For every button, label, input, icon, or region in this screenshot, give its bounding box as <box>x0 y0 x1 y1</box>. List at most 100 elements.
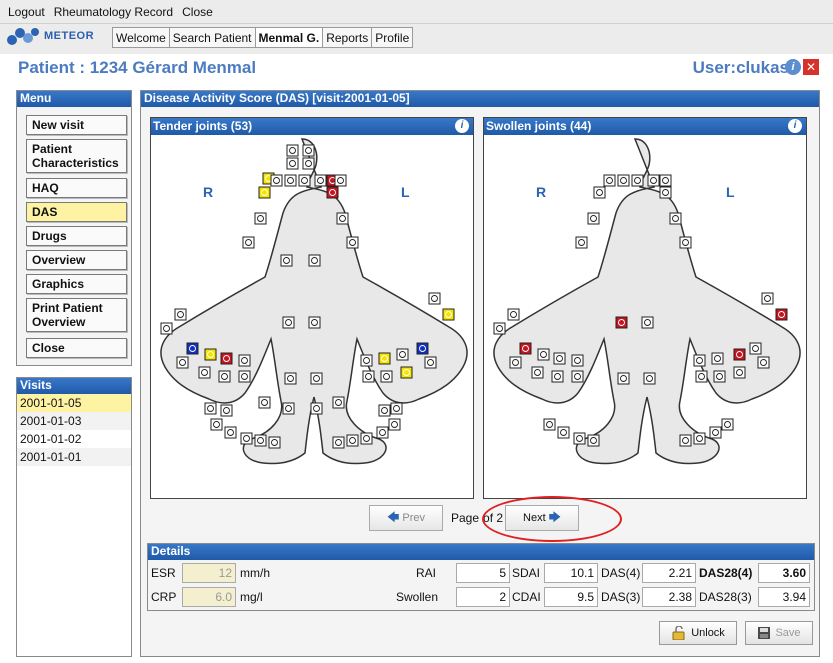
joint-marker[interactable] <box>270 174 283 187</box>
joint-marker[interactable] <box>643 372 656 385</box>
joint-marker[interactable] <box>571 370 584 383</box>
joint-marker[interactable] <box>693 432 706 445</box>
menu-graphics[interactable]: Graphics <box>26 274 127 294</box>
joint-marker[interactable] <box>709 426 722 439</box>
joint-marker[interactable] <box>416 342 429 355</box>
joint-marker[interactable] <box>258 396 271 409</box>
joint-marker[interactable] <box>254 434 267 447</box>
joint-marker[interactable] <box>573 432 586 445</box>
swollen-info-icon[interactable]: i <box>788 119 802 133</box>
joint-marker[interactable] <box>336 212 349 225</box>
joint-marker[interactable] <box>298 174 311 187</box>
joint-marker[interactable] <box>553 352 566 365</box>
joint-marker[interactable] <box>308 254 321 267</box>
joint-marker[interactable] <box>615 316 628 329</box>
joint-marker[interactable] <box>388 418 401 431</box>
joint-marker[interactable] <box>198 366 211 379</box>
joint-marker[interactable] <box>280 254 293 267</box>
joint-marker[interactable] <box>238 354 251 367</box>
close-icon[interactable]: ✕ <box>803 59 819 75</box>
joint-marker[interactable] <box>571 354 584 367</box>
joint-marker[interactable] <box>378 352 391 365</box>
joint-marker[interactable] <box>631 174 644 187</box>
joint-marker[interactable] <box>258 186 271 199</box>
joint-marker[interactable] <box>332 396 345 409</box>
joint-marker[interactable] <box>326 186 339 199</box>
tab-profile[interactable]: Profile <box>371 27 414 48</box>
joint-marker[interactable] <box>396 348 409 361</box>
visit-item[interactable]: 2001-01-03 <box>17 412 131 430</box>
joint-marker[interactable] <box>575 236 588 249</box>
menu-rheumatology-record[interactable]: Rheumatology Record <box>54 5 173 19</box>
joint-marker[interactable] <box>543 418 556 431</box>
visit-item[interactable]: 2001-01-02 <box>17 430 131 448</box>
joint-marker[interactable] <box>442 308 455 321</box>
joint-marker[interactable] <box>380 370 393 383</box>
joint-marker[interactable] <box>679 434 692 447</box>
menu-logout[interactable]: Logout <box>8 5 45 19</box>
tender-info-icon[interactable]: i <box>455 119 469 133</box>
joint-marker[interactable] <box>647 174 660 187</box>
joint-marker[interactable] <box>210 418 223 431</box>
joint-marker[interactable] <box>376 426 389 439</box>
menu-das[interactable]: DAS <box>26 202 127 222</box>
joint-marker[interactable] <box>284 174 297 187</box>
menu-overview[interactable]: Overview <box>26 250 127 270</box>
joint-marker[interactable] <box>390 402 403 415</box>
joint-marker[interactable] <box>286 144 299 157</box>
tab-patient[interactable]: Menmal G. <box>254 27 323 48</box>
menu-print-patient-overview[interactable]: Print Patient Overview <box>26 298 127 332</box>
joint-marker[interactable] <box>220 352 233 365</box>
joint-marker[interactable] <box>603 174 616 187</box>
joint-marker[interactable] <box>268 436 281 449</box>
joint-marker[interactable] <box>174 308 187 321</box>
esr-field[interactable]: 12 <box>182 563 236 583</box>
joint-marker[interactable] <box>332 436 345 449</box>
joint-marker[interactable] <box>749 342 762 355</box>
joint-marker[interactable] <box>757 356 770 369</box>
joint-marker[interactable] <box>160 322 173 335</box>
joint-marker[interactable] <box>587 212 600 225</box>
joint-marker[interactable] <box>669 212 682 225</box>
joint-marker[interactable] <box>310 372 323 385</box>
visit-item[interactable]: 2001-01-01 <box>17 448 131 466</box>
joint-marker[interactable] <box>204 348 217 361</box>
tab-search-patient[interactable]: Search Patient <box>168 27 255 48</box>
menu-patient-characteristics[interactable]: Patient Characteristics <box>26 139 127 173</box>
joint-marker[interactable] <box>733 366 746 379</box>
joint-marker[interactable] <box>659 174 672 187</box>
joint-marker[interactable] <box>551 370 564 383</box>
joint-marker[interactable] <box>314 174 327 187</box>
joint-marker[interactable] <box>617 174 630 187</box>
menu-drugs[interactable]: Drugs <box>26 226 127 246</box>
joint-marker[interactable] <box>360 432 373 445</box>
joint-marker[interactable] <box>310 402 323 415</box>
joint-marker[interactable] <box>282 316 295 329</box>
rai-field[interactable]: 5 <box>456 563 510 583</box>
info-icon[interactable]: i <box>785 59 801 75</box>
joint-marker[interactable] <box>713 370 726 383</box>
joint-marker[interactable] <box>282 402 295 415</box>
joint-marker[interactable] <box>378 404 391 417</box>
joint-marker[interactable] <box>659 186 672 199</box>
joint-marker[interactable] <box>617 372 630 385</box>
joint-marker[interactable] <box>693 354 706 367</box>
joint-marker[interactable] <box>493 322 506 335</box>
joint-marker[interactable] <box>334 174 347 187</box>
menu-new-visit[interactable]: New visit <box>26 115 127 135</box>
joint-marker[interactable] <box>238 370 251 383</box>
joint-marker[interactable] <box>557 426 570 439</box>
joint-marker[interactable] <box>519 342 532 355</box>
save-button[interactable]: Save <box>745 621 813 645</box>
crp-field[interactable]: 6.0 <box>182 587 236 607</box>
joint-marker[interactable] <box>428 292 441 305</box>
joint-marker[interactable] <box>218 370 231 383</box>
visit-item[interactable]: 2001-01-05 <box>17 394 131 412</box>
menu-haq[interactable]: HAQ <box>26 178 127 198</box>
joint-marker[interactable] <box>360 354 373 367</box>
joint-marker[interactable] <box>204 402 217 415</box>
joint-marker[interactable] <box>302 144 315 157</box>
joint-marker[interactable] <box>424 356 437 369</box>
joint-marker[interactable] <box>186 342 199 355</box>
joint-marker[interactable] <box>308 316 321 329</box>
